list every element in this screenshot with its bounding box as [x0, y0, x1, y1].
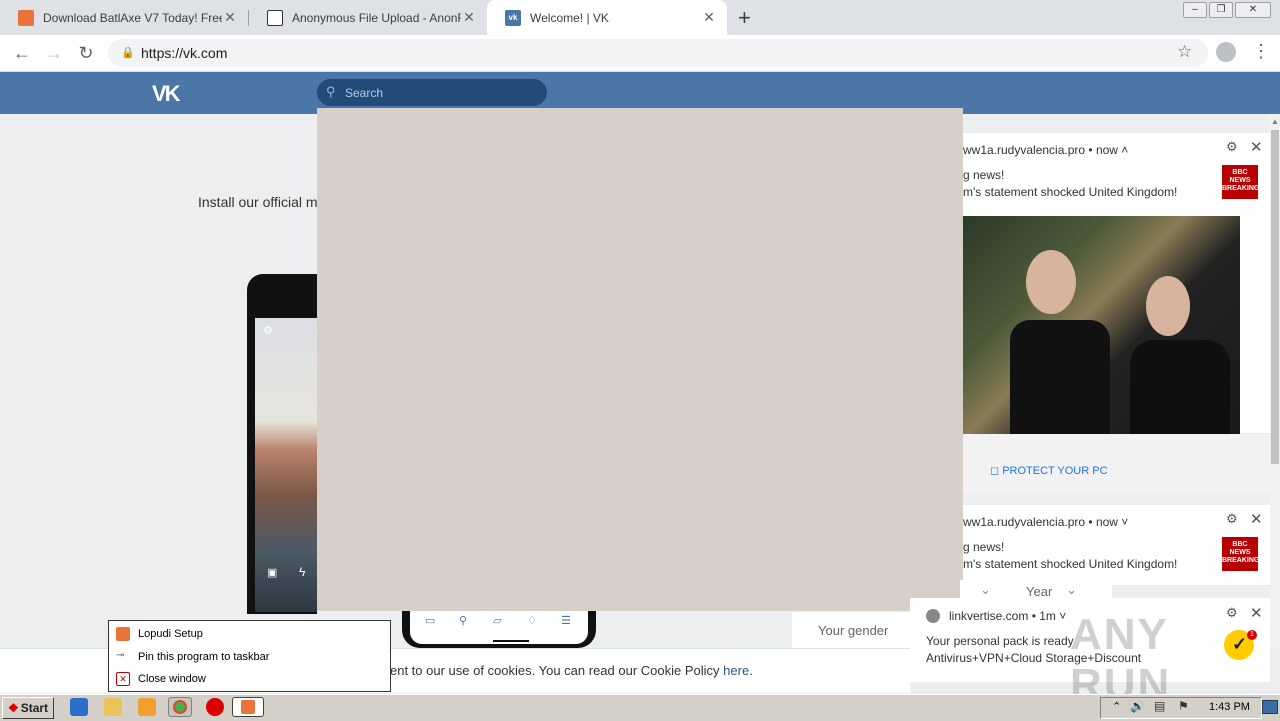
show-desktop-icon[interactable]: [1262, 700, 1278, 714]
notification-title: g news!: [963, 540, 1005, 554]
notification-source: ww1a.rudyvalencia.pro • now ˅: [963, 515, 1129, 529]
jumplist-item-setup[interactable]: Lopudi Setup: [116, 627, 203, 641]
internet-explorer-icon[interactable]: [70, 698, 88, 716]
menu-icon[interactable]: ⋮: [1252, 41, 1270, 62]
loading-overlay: [317, 108, 963, 611]
chevron-up-icon[interactable]: ⌃: [1112, 700, 1121, 713]
profile-avatar[interactable]: [1216, 42, 1236, 62]
gear-icon[interactable]: ⚙: [1226, 139, 1238, 155]
minimize-button[interactable]: –: [1183, 2, 1207, 18]
gallery-icon: ▣: [267, 567, 278, 579]
jumplist-label: Lopudi Setup: [138, 628, 203, 640]
home-indicator: [493, 640, 529, 642]
vk-logo[interactable]: VK: [152, 81, 181, 107]
anonfiles-icon: [267, 9, 283, 26]
gear-icon[interactable]: ⚙: [1226, 511, 1238, 527]
tab-anonfiles[interactable]: Anonymous File Upload - AnonFiles ✕: [249, 0, 487, 35]
close-icon[interactable]: ✕: [1250, 510, 1263, 528]
messages-icon: ▱: [493, 615, 502, 627]
person-suit: [1010, 320, 1110, 434]
bookmark-star-icon[interactable]: ☆: [1177, 42, 1192, 62]
notification-source: ww1a.rudyvalencia.pro • now ˄: [963, 143, 1129, 157]
search-icon: ⚲: [459, 615, 468, 627]
gender-label: Your gender: [818, 623, 889, 638]
close-window-icon: ✕: [116, 672, 130, 686]
close-tab-icon[interactable]: ✕: [701, 9, 717, 26]
notification-body: m's statement shocked United Kingdom!: [963, 185, 1178, 199]
bell-icon: ♢: [527, 615, 537, 627]
jumplist-item-close[interactable]: ✕ Close window: [116, 672, 206, 686]
tab-batlaxe[interactable]: Download BatlAxe V7 Today! Free Sp ✕: [0, 0, 248, 35]
scrollbar-thumb[interactable]: [1271, 130, 1279, 464]
install-app-text: Install our official m: [198, 194, 318, 210]
cookie-policy-link[interactable]: here: [723, 663, 749, 678]
media-player-icon[interactable]: [138, 698, 156, 716]
back-icon[interactable]: ←: [10, 41, 34, 65]
url-text[interactable]: https://vk.com: [141, 45, 227, 61]
jumplist-label: Pin this program to taskbar: [138, 651, 270, 663]
calendar-icon: ▭: [425, 615, 436, 627]
windows-logo-icon: ❖: [7, 701, 19, 715]
chrome-icon: [926, 609, 940, 623]
notification-title: Your personal pack is ready: [926, 634, 1074, 648]
lock-icon[interactable]: 🔒: [121, 46, 135, 59]
close-tab-icon[interactable]: ✕: [461, 9, 477, 26]
search-placeholder: Search: [345, 86, 384, 100]
chevron-down-icon: ⌄: [1066, 582, 1077, 597]
restore-button[interactable]: ❐: [1209, 2, 1233, 18]
person-dress: [1130, 340, 1230, 434]
setup-icon: [241, 700, 255, 714]
address-bar[interactable]: [108, 39, 1208, 67]
person-face: [1026, 250, 1076, 314]
scroll-up-icon[interactable]: ▲: [1271, 117, 1279, 126]
person-face: [1146, 276, 1190, 336]
phone-screen-image: [255, 318, 317, 612]
flag-icon[interactable]: ⚑: [1178, 699, 1189, 713]
batlaxe-icon: [18, 9, 34, 26]
close-icon[interactable]: ✕: [1250, 138, 1263, 156]
explorer-folder-icon[interactable]: [104, 698, 122, 716]
close-tab-icon[interactable]: ✕: [222, 9, 238, 26]
tab-title: Anonymous File Upload - AnonFiles: [292, 10, 461, 25]
volume-icon[interactable]: 🔊: [1130, 699, 1145, 713]
notification-source: linkvertise.com • 1m ˅: [949, 609, 1067, 623]
flash-icon: ϟ: [299, 565, 306, 579]
settings-icon: ⚙: [263, 325, 273, 337]
bbc-news-logo: BBC NEWS BREAKING: [1222, 537, 1259, 571]
reload-icon[interactable]: ↻: [74, 41, 98, 65]
chevron-down-icon: ⌄: [980, 582, 991, 597]
bbc-news-logo: BBC NEWS BREAKING: [1222, 165, 1259, 199]
opera-icon[interactable]: [206, 698, 224, 716]
vk-icon: vk: [505, 9, 521, 26]
jumplist-item-pin[interactable]: ⊸ Pin this program to taskbar: [116, 650, 269, 664]
cookie-text: ent to our use of cookies. You can read …: [390, 663, 753, 678]
setup-icon: [116, 627, 130, 641]
pin-icon: ⊸: [116, 650, 125, 661]
start-button[interactable]: ❖ Start: [2, 697, 54, 719]
network-icon[interactable]: ▤: [1154, 699, 1165, 713]
taskbar: [0, 694, 1280, 721]
tab-title: Welcome! | VK: [530, 10, 609, 25]
chrome-icon: [173, 700, 187, 714]
forward-icon[interactable]: →: [42, 41, 66, 65]
menu-icon: ☰: [561, 615, 571, 627]
close-window-button[interactable]: ✕: [1235, 2, 1271, 18]
clock[interactable]: 1:43 PM: [1209, 701, 1250, 713]
notification-title: g news!: [963, 168, 1005, 182]
protect-your-pc-button[interactable]: ◻ PROTECT YOUR PC: [990, 464, 1108, 477]
jumplist-label: Close window: [138, 673, 206, 685]
year-label: Year: [1026, 584, 1053, 599]
notification-body: m's statement shocked United Kingdom!: [963, 557, 1178, 571]
tab-vk[interactable]: vk Welcome! | VK ✕: [487, 0, 727, 35]
new-tab-button[interactable]: +: [738, 5, 751, 31]
tab-title: Download BatlAxe V7 Today! Free Sp: [43, 10, 222, 25]
search-icon: ⚲: [326, 84, 336, 99]
